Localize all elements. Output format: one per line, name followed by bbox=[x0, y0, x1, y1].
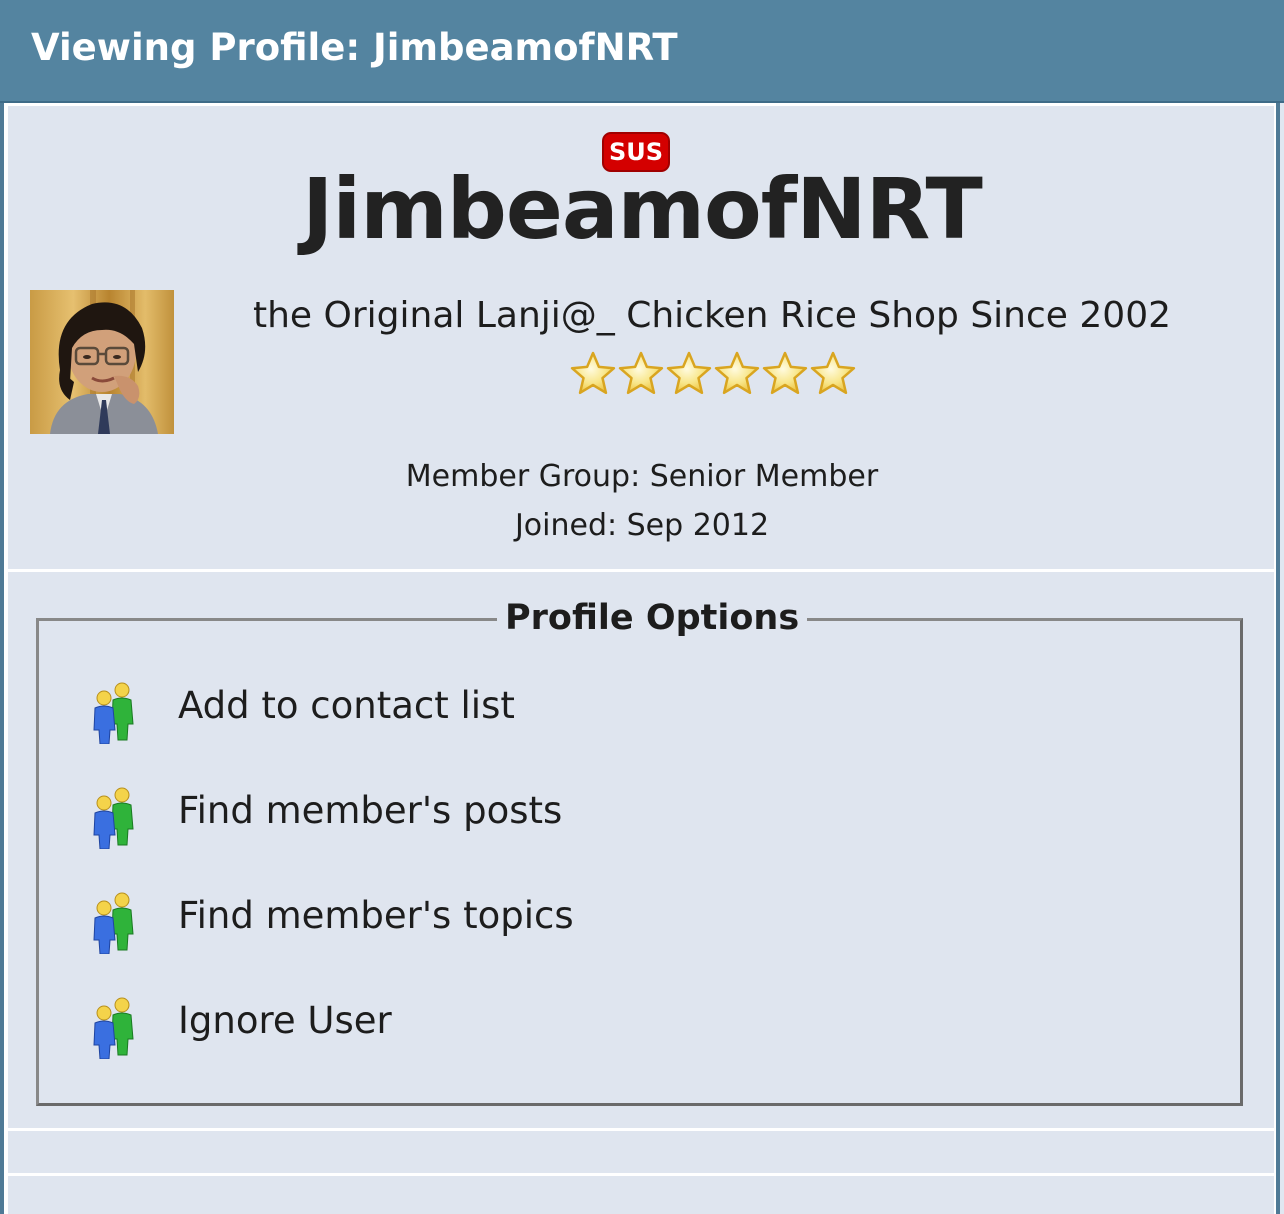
find-members-topics-link[interactable]: Find member's topics bbox=[86, 890, 986, 960]
empty-row bbox=[8, 1176, 1274, 1214]
users-icon bbox=[93, 892, 134, 954]
users-icon bbox=[93, 682, 134, 744]
option-label: Ignore User bbox=[178, 999, 392, 1042]
star-icon bbox=[714, 351, 760, 395]
option-label: Add to contact list bbox=[178, 684, 515, 727]
empty-row bbox=[8, 1131, 1274, 1173]
star-icon bbox=[618, 351, 664, 395]
find-members-posts-link[interactable]: Find member's posts bbox=[86, 785, 986, 855]
page-title: Viewing Profile: JimbeamofNRT bbox=[31, 26, 678, 69]
profile-options-legend: Profile Options bbox=[497, 598, 808, 638]
users-icon bbox=[93, 997, 134, 1059]
star-icon bbox=[570, 351, 616, 395]
ignore-user-link[interactable]: Ignore User bbox=[86, 995, 986, 1065]
member-group: Member Group: Senior Member bbox=[405, 459, 879, 494]
avatar bbox=[30, 290, 174, 434]
rating-stars bbox=[570, 351, 856, 395]
add-to-contact-list-link[interactable]: Add to contact list bbox=[86, 680, 986, 750]
star-icon bbox=[810, 351, 856, 395]
username-heading: JimbeamofNRT bbox=[302, 160, 983, 258]
profile-header: Viewing Profile: JimbeamofNRT bbox=[0, 0, 1284, 103]
star-icon bbox=[666, 351, 712, 395]
option-label: Find member's topics bbox=[178, 894, 574, 937]
member-title: the Original Lanji@_ Chicken Rice Shop S… bbox=[253, 295, 1171, 336]
joined-date: Joined: Sep 2012 bbox=[514, 508, 770, 543]
star-icon bbox=[762, 351, 808, 395]
users-icon bbox=[93, 787, 134, 849]
option-label: Find member's posts bbox=[178, 789, 563, 832]
